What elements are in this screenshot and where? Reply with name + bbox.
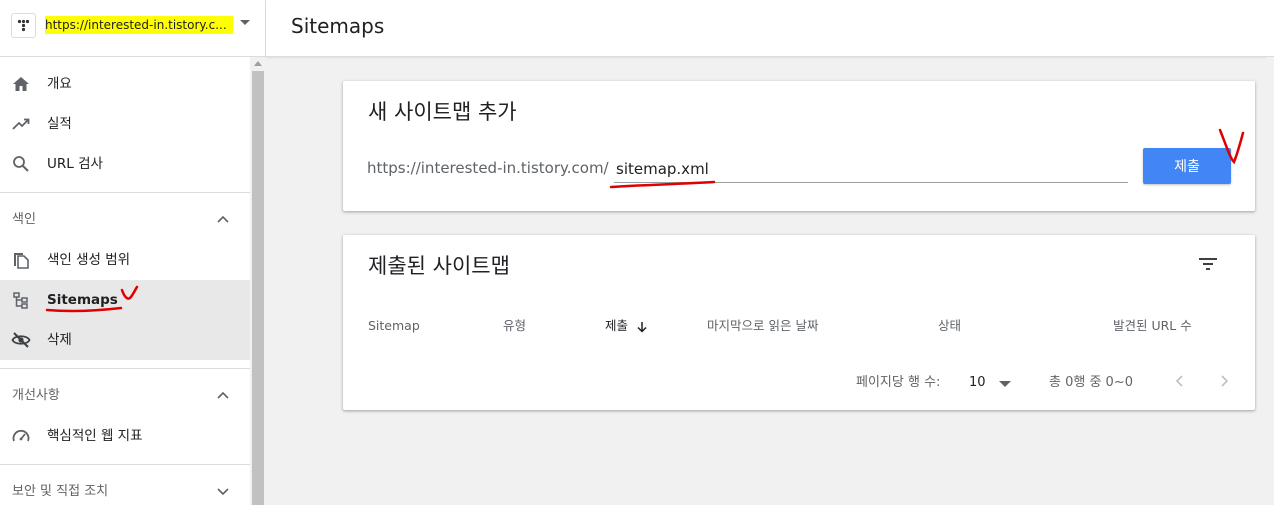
- scrollbar-thumb[interactable]: [252, 71, 264, 505]
- pagination-range: 총 0행 중 0~0: [1049, 375, 1133, 390]
- section-title: 개선사항: [12, 388, 60, 403]
- sitemap-url-input[interactable]: [614, 155, 1128, 183]
- chevron-right-icon[interactable]: [1217, 373, 1231, 389]
- section-title: 보안 및 직접 조치: [12, 484, 109, 499]
- sidebar-item-label: Sitemaps: [47, 292, 118, 308]
- arrow-down-icon: [637, 321, 647, 333]
- sidebar-item-performance[interactable]: 실적: [0, 104, 250, 144]
- rows-per-page-select[interactable]: 10: [969, 375, 986, 391]
- rows-per-page-dropdown-icon[interactable]: [999, 381, 1011, 387]
- chevron-up-icon: [217, 215, 229, 223]
- divider: [0, 464, 250, 465]
- tistory-logo-icon: [11, 13, 36, 38]
- sidebar-item-label: URL 검사: [47, 156, 103, 172]
- property-selector[interactable]: https://interested-in.tistory.c...: [0, 0, 266, 57]
- chevron-left-icon[interactable]: [1173, 373, 1187, 389]
- page-header: Sitemaps: [266, 0, 1274, 57]
- filter-icon[interactable]: [1197, 255, 1219, 273]
- sidebar-item-removals[interactable]: 삭제: [0, 320, 250, 360]
- sidebar-item-label: 삭제: [47, 332, 72, 348]
- sidebar-item-label: 핵심적인 웹 지표: [47, 428, 143, 444]
- trending-up-icon: [12, 118, 30, 130]
- column-header-label: 제출: [605, 318, 629, 333]
- add-sitemap-title: 새 사이트맵 추가: [368, 100, 517, 124]
- sidebar-item-core-web-vitals[interactable]: 핵심적인 웹 지표: [0, 416, 250, 456]
- page-title: Sitemaps: [291, 14, 385, 38]
- property-url: https://interested-in.tistory.c...: [45, 16, 233, 34]
- chevron-up-icon: [217, 391, 229, 399]
- submit-button[interactable]: 제출: [1143, 148, 1231, 184]
- sidebar-item-url-inspection[interactable]: URL 검사: [0, 144, 250, 184]
- sidebar: https://interested-in.tistory.c... 개요 실적…: [0, 0, 266, 505]
- column-header-sitemap[interactable]: Sitemap: [368, 318, 420, 334]
- rows-per-page-label: 페이지당 행 수:: [856, 375, 941, 390]
- sitemap-icon: [13, 292, 28, 309]
- column-header-status[interactable]: 상태: [938, 318, 961, 334]
- nav-list: 개요 실적 URL 검사 색인 색인 생성 범위 Sitemaps 삭제 개선사…: [0, 57, 250, 505]
- submitted-sitemaps-title: 제출된 사이트맵: [368, 254, 510, 278]
- section-title: 색인: [12, 212, 36, 227]
- column-header-type[interactable]: 유형: [503, 318, 526, 334]
- sidebar-item-sitemaps[interactable]: Sitemaps: [0, 280, 250, 320]
- add-sitemap-card: 새 사이트맵 추가 https://interested-in.tistory.…: [343, 81, 1255, 211]
- scroll-up-arrow-icon[interactable]: [254, 61, 262, 66]
- divider: [0, 192, 250, 193]
- column-header-discovered-urls[interactable]: 발견된 URL 수: [1113, 318, 1192, 334]
- sidebar-item-coverage[interactable]: 색인 생성 범위: [0, 240, 250, 280]
- chevron-down-icon: [217, 488, 229, 496]
- speedometer-icon: [12, 429, 30, 442]
- search-icon: [13, 156, 29, 172]
- sidebar-scrollbar[interactable]: [250, 57, 266, 505]
- sitemap-url-prefix: https://interested-in.tistory.com/: [367, 159, 609, 177]
- column-header-last-read[interactable]: 마지막으로 읽은 날짜: [707, 318, 818, 334]
- column-header-submitted[interactable]: 제출: [605, 318, 648, 334]
- sidebar-item-overview[interactable]: 개요: [0, 64, 250, 104]
- submitted-sitemaps-card: 제출된 사이트맵 Sitemap 유형 제출 마지막으로 읽은 날짜 상태 발견…: [343, 235, 1255, 410]
- sidebar-item-label: 실적: [47, 116, 72, 132]
- copy-icon: [14, 253, 29, 269]
- home-icon: [13, 77, 29, 91]
- property-dropdown-icon[interactable]: [240, 20, 250, 25]
- page-scrollbar[interactable]: [1266, 57, 1274, 505]
- sidebar-item-label: 개요: [47, 76, 72, 92]
- section-header-enhancements[interactable]: 개선사항: [0, 374, 250, 418]
- visibility-off-icon: [11, 332, 31, 348]
- divider: [0, 368, 250, 369]
- sidebar-item-label: 색인 생성 범위: [47, 252, 131, 268]
- section-header-security[interactable]: 보안 및 직접 조치: [0, 470, 250, 505]
- section-header-index[interactable]: 색인: [0, 198, 250, 242]
